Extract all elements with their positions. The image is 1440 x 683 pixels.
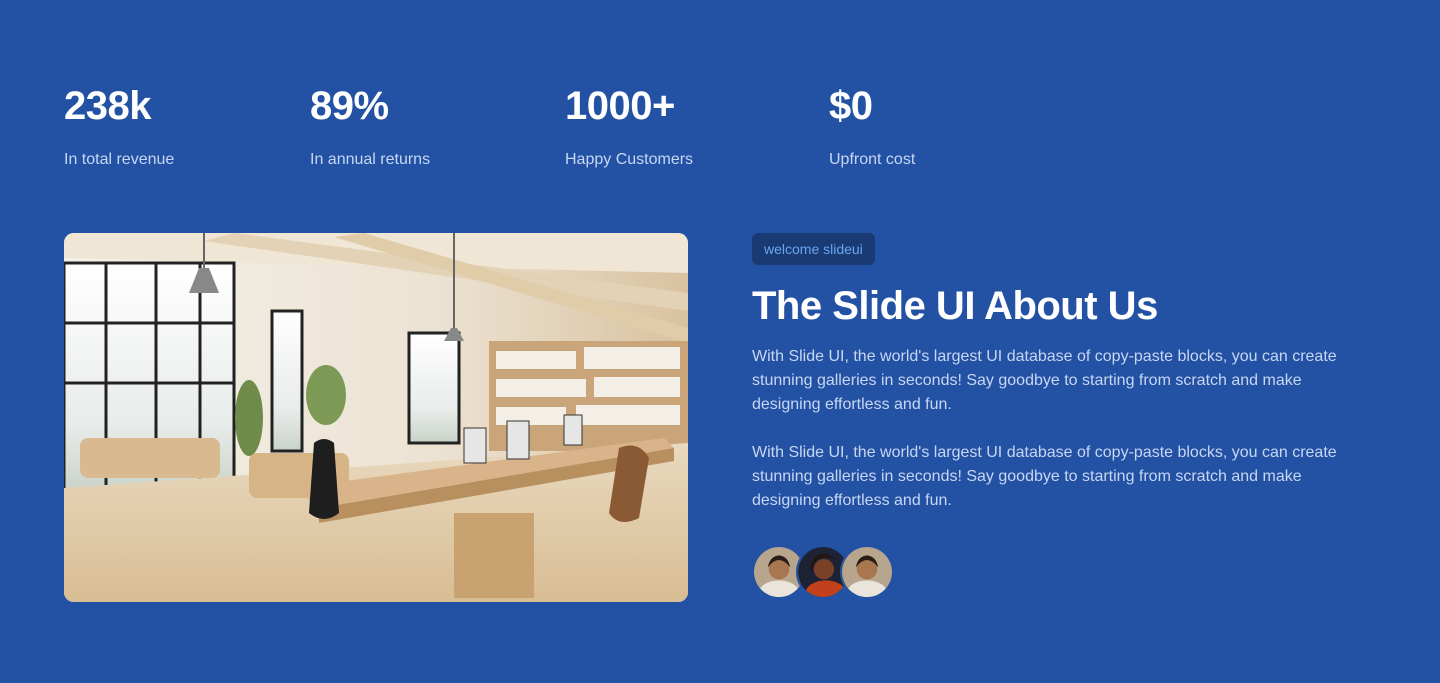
stat-revenue: 238k In total revenue	[64, 84, 174, 170]
stat-upfront-cost: $0 Upfront cost	[829, 84, 915, 170]
stat-label: Happy Customers	[565, 151, 694, 168]
stat-value: $0	[829, 84, 873, 128]
stat-returns: 89% In annual returns	[310, 84, 430, 170]
office-image	[64, 233, 688, 602]
about-content: welcome slideui The Slide UI About Us Wi…	[752, 233, 1372, 513]
stat-label: In total revenue	[64, 151, 175, 168]
stat-label: In annual returns	[310, 151, 431, 168]
welcome-badge: welcome slideui	[752, 233, 875, 265]
avatar	[840, 545, 894, 599]
stat-value: 238k	[64, 84, 151, 128]
section-title: The Slide UI About Us	[752, 284, 1158, 328]
about-section: 238k In total revenue 89% In annual retu…	[0, 0, 1440, 683]
stat-value: 89%	[310, 84, 389, 128]
stat-label: Upfront cost	[829, 151, 916, 168]
stat-customers: 1000+ Happy Customers	[565, 84, 693, 170]
about-paragraph: With Slide UI, the world's largest UI da…	[752, 444, 1337, 509]
stat-value: 1000+	[565, 84, 675, 128]
about-paragraph: With Slide UI, the world's largest UI da…	[752, 348, 1337, 413]
